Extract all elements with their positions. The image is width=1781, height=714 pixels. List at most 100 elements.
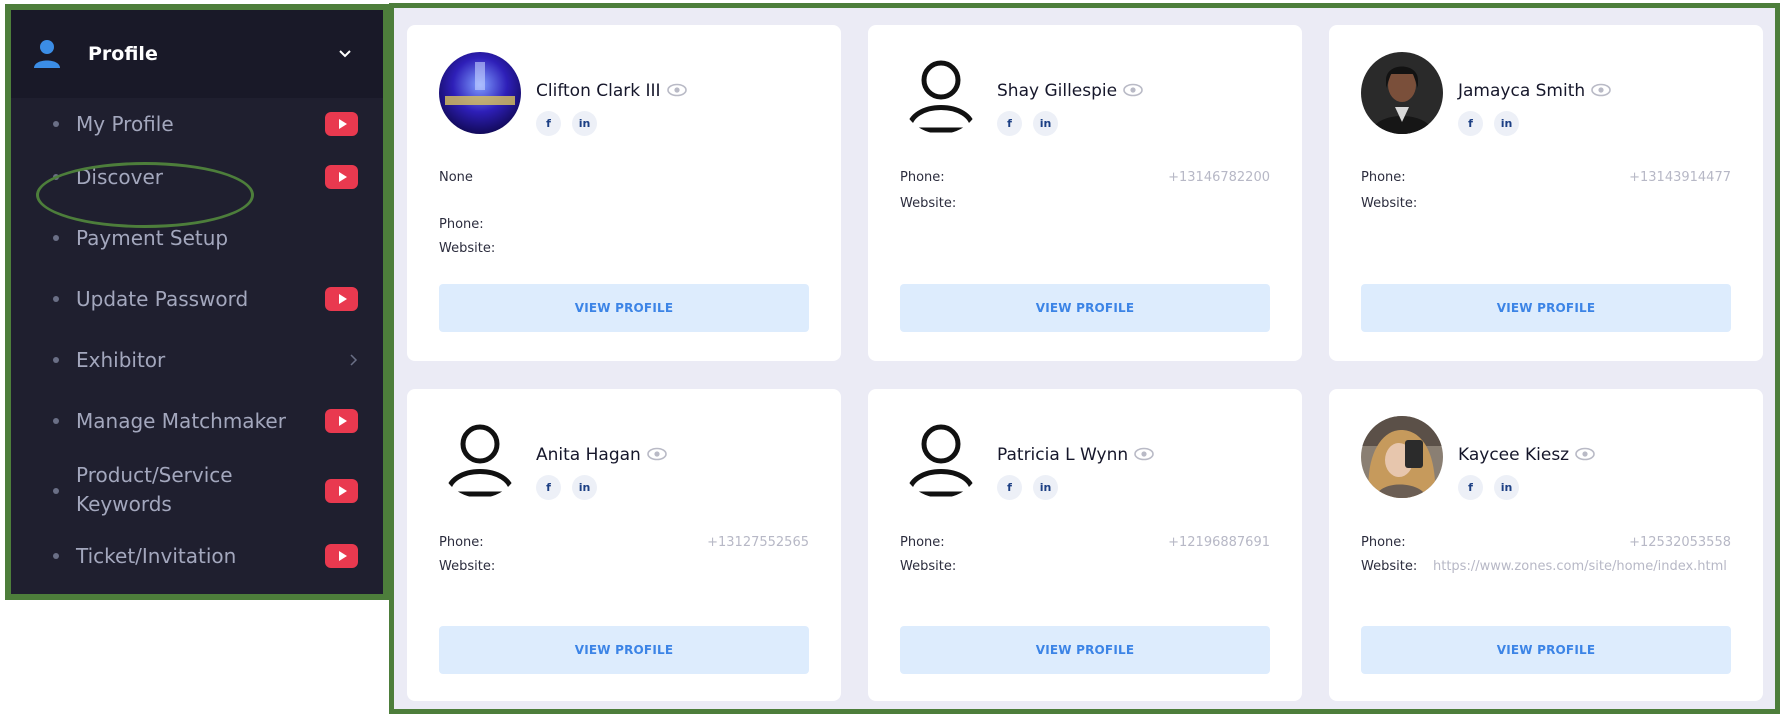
phone-row: Phone: +12196887691	[900, 534, 1270, 552]
sidebar-profile-header[interactable]: Profile	[11, 10, 383, 98]
profile-name-text: Kaycee Kiesz	[1458, 445, 1570, 465]
view-profile-button[interactable]: VIEW PROFILE	[439, 284, 809, 332]
facebook-icon[interactable]: f	[1458, 111, 1483, 136]
website-label: Website:	[1361, 196, 1418, 211]
website-row: Website:	[900, 195, 1270, 213]
facebook-icon[interactable]: f	[997, 111, 1022, 136]
phone-label: Phone:	[1361, 535, 1406, 550]
phone-row: Phone: +12532053558	[1361, 534, 1731, 552]
view-profile-button[interactable]: VIEW PROFILE	[900, 284, 1270, 332]
user-icon	[34, 40, 60, 68]
profile-card: Patricia L Wynn f in Phone: +12196887691 …	[868, 389, 1302, 701]
profile-name[interactable]: Shay Gillespie	[997, 81, 1143, 101]
youtube-video-icon[interactable]	[325, 287, 358, 311]
sidebar-item-my-profile[interactable]: My Profile	[11, 106, 383, 142]
phone-value: +12196887691	[1168, 535, 1270, 550]
chevron-down-icon[interactable]	[337, 46, 353, 62]
profile-note: None	[439, 170, 473, 185]
sidebar-item-label: Update Password	[76, 287, 249, 311]
facebook-icon[interactable]: f	[997, 475, 1022, 500]
sidebar-item-manage-matchmaker[interactable]: Manage Matchmaker	[11, 403, 383, 439]
phone-label: Phone:	[900, 170, 945, 185]
avatar-photo[interactable]	[1361, 416, 1443, 498]
bullet-dot	[53, 357, 59, 363]
view-profile-button[interactable]: VIEW PROFILE	[439, 626, 809, 674]
youtube-video-icon[interactable]	[325, 544, 358, 568]
chevron-right-icon	[350, 354, 358, 366]
phone-row: Phone:	[439, 216, 809, 234]
website-row: Website: https://www.zones.com/site/home/…	[1361, 558, 1731, 576]
profile-name-text: Clifton Clark III	[536, 81, 661, 101]
website-row: Website:	[900, 558, 1270, 576]
default-user-avatar-icon[interactable]	[439, 416, 521, 498]
profile-name[interactable]: Clifton Clark III	[536, 81, 687, 101]
default-user-avatar-icon[interactable]	[900, 52, 982, 134]
eye-icon[interactable]	[1591, 83, 1611, 97]
linkedin-icon[interactable]: in	[1494, 111, 1519, 136]
linkedin-icon[interactable]: in	[1033, 111, 1058, 136]
sidebar-item-ticket-invitation[interactable]: Ticket/Invitation	[11, 538, 383, 574]
bullet-dot	[53, 553, 59, 559]
bullet-dot	[53, 418, 59, 424]
profile-name-text: Anita Hagan	[536, 445, 641, 465]
avatar-photo[interactable]	[1361, 52, 1443, 134]
bullet-dot	[53, 296, 59, 302]
linkedin-icon[interactable]: in	[572, 475, 597, 500]
bullet-dot	[53, 121, 59, 127]
facebook-icon[interactable]: f	[536, 475, 561, 500]
eye-icon[interactable]	[1134, 447, 1154, 461]
profile-name[interactable]: Jamayca Smith	[1458, 81, 1611, 101]
website-label: Website:	[1361, 559, 1418, 574]
profile-card: Anita Hagan f in Phone: +13127552565 Webs…	[407, 389, 841, 701]
sidebar-item-label: Payment Setup	[76, 226, 229, 250]
sidebar-item-payment-setup[interactable]: Payment Setup	[11, 220, 383, 256]
website-label: Website:	[439, 241, 496, 256]
sidebar-item-label: Exhibitor	[76, 348, 166, 372]
website-row: Website:	[439, 240, 809, 258]
sidebar-item-update-password[interactable]: Update Password	[11, 281, 383, 317]
profile-name-text: Shay Gillespie	[997, 81, 1118, 101]
sidebar-item-label: My Profile	[76, 112, 174, 136]
view-profile-button[interactable]: VIEW PROFILE	[1361, 284, 1731, 332]
youtube-video-icon[interactable]	[325, 479, 358, 503]
default-user-avatar-icon[interactable]	[900, 416, 982, 498]
phone-row: Phone: +13143914477	[1361, 169, 1731, 187]
profile-card: Kaycee Kiesz f in Phone: +12532053558 Web…	[1329, 389, 1763, 701]
youtube-video-icon[interactable]	[325, 112, 358, 136]
bullet-dot	[53, 488, 59, 494]
eye-icon[interactable]	[647, 447, 667, 461]
website-label: Website:	[439, 559, 496, 574]
sidebar-item-label: Manage Matchmaker	[76, 409, 286, 433]
view-profile-button[interactable]: VIEW PROFILE	[900, 626, 1270, 674]
website-row: Website:	[1361, 195, 1731, 213]
avatar-photo[interactable]	[439, 52, 521, 134]
profile-name-text: Jamayca Smith	[1458, 81, 1586, 101]
eye-icon[interactable]	[1123, 83, 1143, 97]
sidebar-item-label: Ticket/Invitation	[76, 544, 237, 568]
sidebar: Profile My Profile Discover Payment Setu…	[5, 4, 389, 600]
phone-value: +12532053558	[1629, 535, 1731, 550]
phone-value: +13146782200	[1168, 170, 1270, 185]
bullet-dot	[53, 235, 59, 241]
discover-highlight-annotation	[36, 162, 254, 228]
youtube-video-icon[interactable]	[325, 165, 358, 189]
linkedin-icon[interactable]: in	[572, 111, 597, 136]
facebook-icon[interactable]: f	[536, 111, 561, 136]
sidebar-title: Profile	[88, 43, 158, 65]
sidebar-item-exhibitor[interactable]: Exhibitor	[11, 342, 383, 378]
profile-name[interactable]: Anita Hagan	[536, 445, 667, 465]
sidebar-item-product-service-keywords[interactable]: Product/Service Keywords	[11, 461, 383, 521]
view-profile-button[interactable]: VIEW PROFILE	[1361, 626, 1731, 674]
youtube-video-icon[interactable]	[325, 409, 358, 433]
eye-icon[interactable]	[666, 83, 687, 97]
phone-row: Phone: +13127552565	[439, 534, 809, 552]
phone-label: Phone:	[900, 535, 945, 550]
sidebar-item-label-line1: Product/Service	[76, 463, 233, 487]
eye-icon[interactable]	[1575, 447, 1595, 461]
profile-name[interactable]: Patricia L Wynn	[997, 445, 1154, 465]
linkedin-icon[interactable]: in	[1033, 475, 1058, 500]
facebook-icon[interactable]: f	[1458, 475, 1483, 500]
linkedin-icon[interactable]: in	[1494, 475, 1519, 500]
profile-name[interactable]: Kaycee Kiesz	[1458, 445, 1595, 465]
website-link[interactable]: https://www.zones.com/site/home/index.ht…	[1433, 556, 1733, 578]
